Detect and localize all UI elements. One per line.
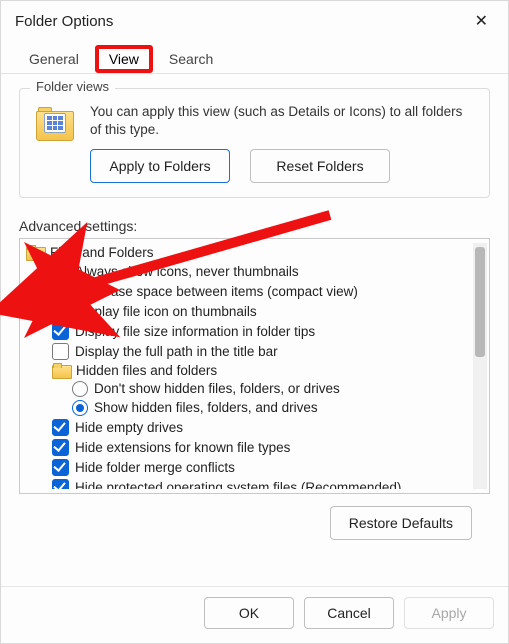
advanced-settings-list: Files and Folders Always show icons, nev… [26,243,469,489]
checkbox-icon[interactable] [52,263,69,280]
option-always-show-icons[interactable]: Always show icons, never thumbnails [26,261,469,281]
reset-folders-button[interactable]: Reset Folders [250,149,390,183]
radio-icon[interactable] [72,400,88,416]
titlebar: Folder Options ✕ [1,1,508,37]
option-label: Hide extensions for known file types [75,440,290,455]
option-hide-empty-drives[interactable]: Hide empty drives [26,417,469,437]
option-label: Always show icons, never thumbnails [75,264,299,279]
scrollbar-thumb[interactable] [475,247,485,357]
tab-strip: General View Search [1,37,508,74]
option-label: Hide protected operating system files (R… [75,480,401,490]
dialog-title: Folder Options [15,13,113,30]
folder-views-group: Folder views You can apply this view (su… [19,88,490,198]
option-label: Hide folder merge conflicts [75,460,235,475]
ok-button[interactable]: OK [204,597,294,629]
checkbox-icon[interactable] [52,419,69,436]
group-label: Files and Folders [50,245,154,260]
tab-view[interactable]: View [95,45,153,73]
checkbox-icon[interactable] [52,439,69,456]
option-show-hidden[interactable]: Show hidden files, folders, and drives [26,398,469,417]
close-icon[interactable]: ✕ [469,9,494,33]
option-label: Display file icon on thumbnails [75,304,257,319]
tab-general[interactable]: General [15,45,93,73]
checkbox-icon[interactable] [52,323,69,340]
folder-icon [26,245,44,259]
checkbox-icon[interactable] [52,343,69,360]
radio-icon[interactable] [72,381,88,397]
option-label: Hide empty drives [75,420,183,435]
option-label: Show hidden files, folders, and drives [94,400,318,415]
scrollbar[interactable] [473,243,487,489]
group-label: Hidden files and folders [76,363,217,378]
checkbox-icon[interactable] [52,283,69,300]
dialog-button-row: OK Cancel Apply [1,586,508,643]
folder-views-description: You can apply this view (such as Details… [90,103,475,139]
option-dont-show-hidden[interactable]: Don't show hidden files, folders, or dri… [26,379,469,398]
cancel-button[interactable]: Cancel [304,597,394,629]
restore-defaults-button[interactable]: Restore Defaults [330,506,472,540]
option-hide-extensions[interactable]: Hide extensions for known file types [26,437,469,457]
apply-to-folders-button[interactable]: Apply to Folders [90,149,230,183]
group-hidden-files: Hidden files and folders [26,361,469,379]
folder-options-dialog: Folder Options ✕ General View Search Fol… [0,0,509,644]
advanced-settings-label: Advanced settings: [19,218,490,234]
group-files-and-folders: Files and Folders [26,243,469,261]
option-hide-merge-conflicts[interactable]: Hide folder merge conflicts [26,457,469,477]
option-decrease-space[interactable]: Decrease space between items (compact vi… [26,281,469,301]
tab-content: Folder views You can apply this view (su… [1,74,508,540]
option-label: Decrease space between items (compact vi… [75,284,358,299]
advanced-settings-box: Files and Folders Always show icons, nev… [19,238,490,494]
checkbox-icon[interactable] [52,459,69,476]
apply-button[interactable]: Apply [404,597,494,629]
folder-views-legend: Folder views [30,79,115,94]
option-hide-protected-os-files[interactable]: Hide protected operating system files (R… [26,477,469,489]
option-display-full-path[interactable]: Display the full path in the title bar [26,341,469,361]
folder-views-icon [34,107,78,145]
checkbox-icon[interactable] [52,303,69,320]
option-label: Display the full path in the title bar [75,344,278,359]
folder-icon [52,363,70,377]
option-display-file-icon[interactable]: Display file icon on thumbnails [26,301,469,321]
tab-search[interactable]: Search [155,45,227,73]
option-label: Display file size information in folder … [75,324,315,339]
option-label: Don't show hidden files, folders, or dri… [94,381,340,396]
option-display-size-tips[interactable]: Display file size information in folder … [26,321,469,341]
checkbox-icon[interactable] [52,479,69,490]
